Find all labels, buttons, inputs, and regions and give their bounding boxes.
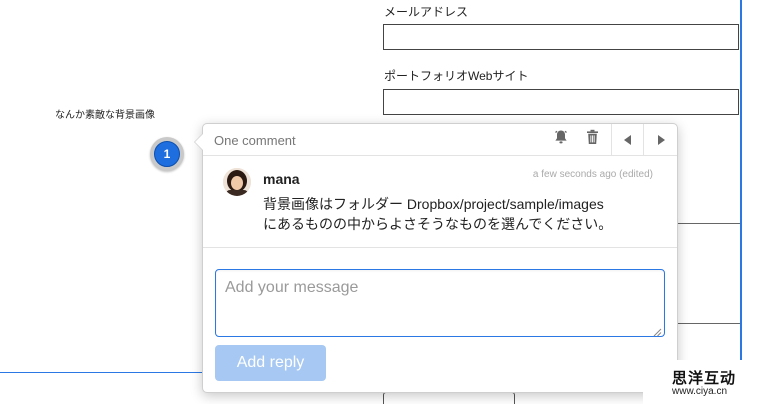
comment-pin-number: 1 — [154, 141, 180, 167]
portfolio-label: ポートフォリオWebサイト — [384, 69, 529, 83]
watermark-logo-text: 思洋互动 — [672, 369, 737, 387]
popover-arrow-fill — [195, 134, 203, 150]
bell-icon — [554, 129, 568, 150]
next-arrow-icon — [657, 134, 665, 145]
email-label: メールアドレス — [384, 5, 469, 19]
comment-text: 背景画像はフォルダー Dropbox/project/sample/images… — [263, 194, 663, 234]
notification-button[interactable] — [550, 124, 572, 155]
next-comment-button[interactable] — [645, 124, 677, 155]
previous-comment-button[interactable] — [612, 124, 644, 155]
avatar — [223, 168, 251, 196]
obscured-submit-button — [383, 392, 515, 404]
message-input[interactable] — [215, 269, 665, 337]
popover-title: One comment — [214, 133, 296, 148]
delete-button[interactable] — [581, 124, 603, 155]
email-field[interactable] — [383, 24, 739, 50]
comment-timestamp: a few seconds ago (edited) — [532, 169, 653, 180]
trash-icon — [586, 129, 599, 150]
comment-navigation — [611, 124, 677, 155]
watermark: 思洋互动 www.ciya.cn — [643, 360, 773, 404]
comment-author: mana — [263, 171, 300, 187]
portfolio-field[interactable] — [383, 89, 739, 115]
popover-header: One comment — [203, 124, 677, 156]
comment-text-line: にあるものの中からよさそうなものを選んでください。 — [263, 216, 613, 232]
background-image-caption: なんか素敵な背景画像 — [55, 110, 155, 121]
resize-grip-icon[interactable] — [652, 324, 662, 337]
page-right-border — [740, 0, 742, 404]
comment-pin[interactable]: 1 — [150, 137, 184, 171]
comment-text-line: 背景画像はフォルダー Dropbox/project/sample/images — [263, 196, 604, 212]
divider — [203, 247, 677, 248]
add-reply-button[interactable]: Add reply — [215, 345, 326, 381]
watermark-url: www.ciya.cn — [672, 386, 728, 397]
comment-popover: One comment mana a few seconds ago (edit… — [194, 123, 678, 393]
prev-arrow-icon — [624, 134, 631, 145]
